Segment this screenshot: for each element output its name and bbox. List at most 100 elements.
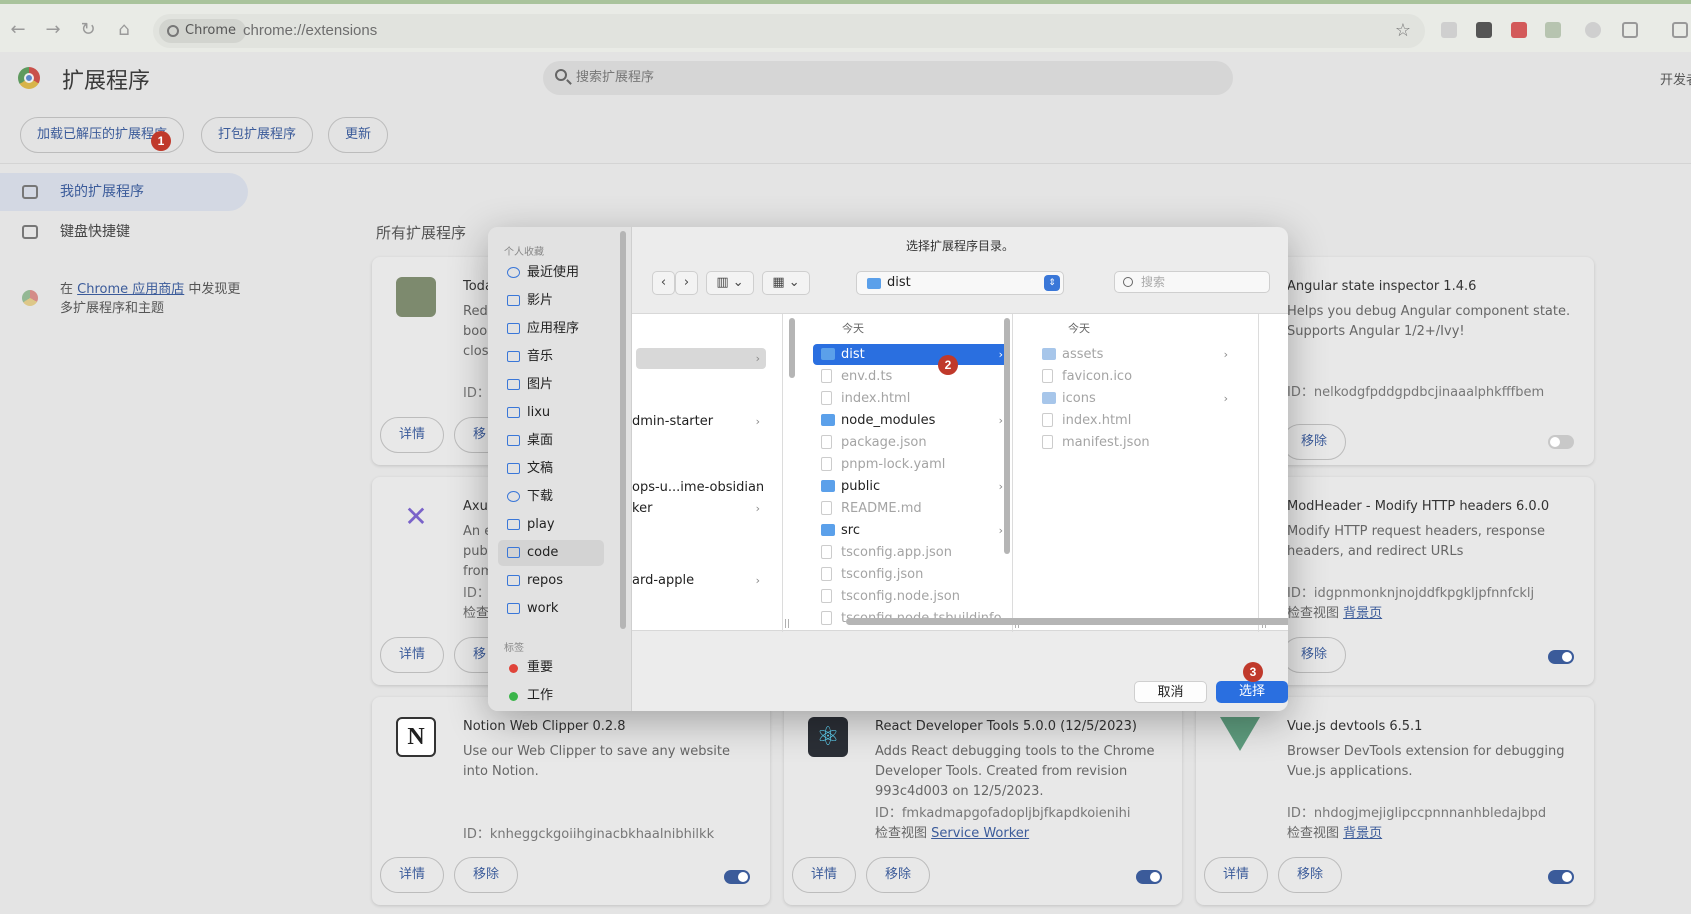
forward-icon[interactable]: → <box>39 16 67 44</box>
enable-toggle[interactable] <box>1548 435 1574 449</box>
file-item[interactable]: index.html <box>1034 410 1234 431</box>
pack-extension-button[interactable]: 打包扩展程序 <box>201 117 314 153</box>
row-label: package.json <box>841 435 927 450</box>
list-item[interactable]: › <box>636 348 766 369</box>
file-item[interactable]: pnpm-lock.yaml <box>813 454 1009 475</box>
sidepanel-icon[interactable] <box>1672 22 1688 38</box>
remove-button[interactable]: 移除 <box>866 857 931 893</box>
column-scrollbar[interactable] <box>1004 318 1010 554</box>
extensions-search-input[interactable]: 搜索扩展程序 <box>543 61 1233 95</box>
file-item[interactable]: tsconfig.app.json <box>813 542 1009 563</box>
dev-mode-label[interactable]: 开发者模式 <box>1660 69 1691 88</box>
sidebar-item-work[interactable]: work <box>498 596 604 622</box>
sidebar-item-pictures[interactable]: 图片 <box>498 372 604 398</box>
back-icon[interactable]: ← <box>4 16 32 44</box>
enable-toggle[interactable] <box>1548 650 1574 664</box>
details-button[interactable]: 详情 <box>380 417 445 453</box>
extension-icon[interactable] <box>1585 22 1601 38</box>
folder-icon <box>507 519 520 530</box>
list-item[interactable]: ops-u...ime-obsidian › <box>632 477 766 498</box>
folder-item[interactable]: dist › <box>813 344 1009 365</box>
forward-nav-button[interactable]: › <box>675 271 698 295</box>
sidebar-item-label: 我的扩展程序 <box>60 184 144 200</box>
file-item[interactable]: manifest.json <box>1034 432 1234 453</box>
horizontal-scrollbar[interactable] <box>846 618 1288 625</box>
folder-item[interactable]: node_modules › <box>813 410 1009 431</box>
address-bar[interactable]: Chrome chrome://extensions ☆ <box>153 14 1425 48</box>
folder-item[interactable]: src › <box>813 520 1009 541</box>
vue-extension-icon[interactable] <box>1545 22 1561 38</box>
site-chip[interactable]: Chrome <box>159 19 246 43</box>
enable-toggle[interactable] <box>724 870 750 884</box>
reload-icon[interactable]: ↻ <box>74 16 102 44</box>
enable-toggle[interactable] <box>1548 870 1574 884</box>
sidebar-item-recents[interactable]: 最近使用 <box>498 260 604 286</box>
browser-toolbar: ← → ↻ ⌂ Chrome chrome://extensions ☆ <box>0 4 1691 52</box>
remove-button[interactable]: 移除 <box>1282 424 1347 460</box>
sidebar-item-label: 影片 <box>527 293 554 308</box>
folder-item[interactable]: icons › <box>1034 388 1234 409</box>
path-popup[interactable]: dist ⇕ <box>856 271 1064 295</box>
sidebar-item-movies[interactable]: 影片 <box>498 288 604 314</box>
column-view-button[interactable]: ▥ ⌄ <box>706 271 754 295</box>
background-page-link[interactable]: 背景页 <box>1343 826 1382 841</box>
tag-work[interactable]: 工作 <box>498 683 604 709</box>
sidebar-item-shortcuts[interactable]: 键盘快捷键 <box>0 213 248 251</box>
background-page-link[interactable]: 背景页 <box>1343 606 1382 621</box>
folder-item[interactable]: public › <box>813 476 1009 497</box>
details-button[interactable]: 详情 <box>380 637 445 673</box>
group-view-button[interactable]: ▦ ⌄ <box>762 271 810 295</box>
file-item[interactable]: tsconfig.json <box>813 564 1009 585</box>
file-item[interactable]: package.json <box>813 432 1009 453</box>
sidebar-scrollbar[interactable] <box>620 231 626 629</box>
cancel-button[interactable]: 取消 <box>1134 681 1207 703</box>
url-text[interactable]: chrome://extensions <box>243 14 377 48</box>
list-item[interactable]: ard-apple › <box>632 570 766 591</box>
tag-important[interactable]: 重要 <box>498 655 604 681</box>
bookmark-star-icon[interactable]: ☆ <box>1395 20 1411 41</box>
sidebar-item-applications[interactable]: 应用程序 <box>498 316 604 342</box>
sidebar-item-music[interactable]: 音乐 <box>498 344 604 370</box>
remove-button[interactable]: 移除 <box>1282 637 1347 673</box>
sidebar-item-label: 文稿 <box>527 461 554 476</box>
sidebar-item-desktop[interactable]: 桌面 <box>498 428 604 454</box>
remove-button[interactable]: 移除 <box>1278 857 1343 893</box>
folder-item[interactable]: assets › <box>1034 344 1234 365</box>
chevron-right-icon: › <box>998 348 1003 361</box>
file-item[interactable]: favicon.ico <box>1034 366 1234 387</box>
remove-button[interactable]: 移除 <box>454 857 519 893</box>
sidebar-item-home[interactable]: lixu <box>498 400 604 426</box>
sidebar-item-play[interactable]: play <box>498 512 604 538</box>
file-item[interactable]: README.md <box>813 498 1009 519</box>
sidebar-item-documents[interactable]: 文稿 <box>498 456 604 482</box>
home-icon[interactable]: ⌂ <box>110 16 138 44</box>
sidebar-item-code[interactable]: code <box>498 540 604 566</box>
details-button[interactable]: 详情 <box>380 857 445 893</box>
back-nav-button[interactable]: ‹ <box>652 271 675 295</box>
file-item[interactable]: tsconfig.node.json <box>813 586 1009 607</box>
details-button[interactable]: 详情 <box>792 857 857 893</box>
puzzle-icon[interactable] <box>1622 22 1638 38</box>
webstore-link[interactable]: Chrome 应用商店 <box>77 282 184 297</box>
update-button[interactable]: 更新 <box>328 117 389 153</box>
extension-id: ID：knheggckgoiihginacbkhaalnibhilkk <box>463 827 715 842</box>
enable-toggle[interactable] <box>1136 870 1162 884</box>
file-item[interactable]: env.d.ts <box>813 366 1009 387</box>
file-icon <box>1042 435 1053 449</box>
list-item[interactable]: dmin-starter › <box>632 411 766 432</box>
column-resize-handle[interactable]: || <box>784 619 790 629</box>
sidebar-item-repos[interactable]: repos <box>498 568 604 594</box>
details-button[interactable]: 详情 <box>1204 857 1269 893</box>
extension-icon[interactable] <box>1441 22 1457 38</box>
sidebar-item-label: 应用程序 <box>527 321 580 336</box>
fe-extension-icon[interactable] <box>1511 22 1527 38</box>
sidebar-item-my-extensions[interactable]: 我的扩展程序 <box>0 173 248 211</box>
file-item[interactable]: index.html <box>813 388 1009 409</box>
service-worker-link[interactable]: Service Worker <box>931 826 1029 841</box>
select-button[interactable]: 选择 <box>1216 681 1288 703</box>
dialog-search-input[interactable]: 搜索 <box>1114 271 1270 293</box>
sidebar-item-downloads[interactable]: 下载 <box>498 484 604 510</box>
list-item[interactable]: ker › <box>632 498 766 519</box>
notion-extension-icon[interactable] <box>1476 22 1492 38</box>
column-scrollbar[interactable] <box>789 318 795 378</box>
